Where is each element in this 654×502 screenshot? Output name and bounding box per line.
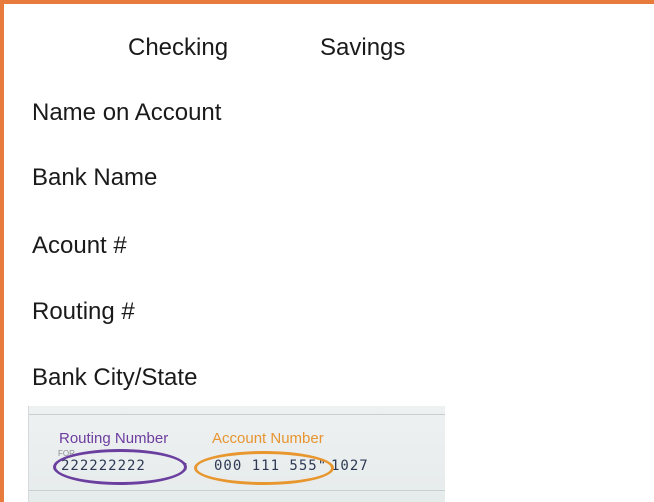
account-number-label: Acount # xyxy=(32,232,127,259)
checking-option[interactable]: Checking xyxy=(128,34,228,62)
check-example-image: Routing Number Account Number FOR 222222… xyxy=(28,406,445,502)
name-on-account-label: Name on Account xyxy=(32,99,222,126)
account-number-caption: Account Number xyxy=(212,430,324,447)
form-frame: Checking Savings Name on Account Bank Na… xyxy=(0,0,654,502)
account-highlight-oval xyxy=(194,451,334,485)
check-number-digits: 1027 xyxy=(331,458,369,474)
bank-city-state-label: Bank City/State xyxy=(32,364,198,391)
routing-number-caption: Routing Number xyxy=(59,430,169,447)
bank-name-label: Bank Name xyxy=(32,164,158,191)
savings-option[interactable]: Savings xyxy=(320,34,405,62)
check-rule-line xyxy=(29,490,445,491)
check-rule-line xyxy=(29,414,445,415)
routing-number-label: Routing # xyxy=(32,298,135,325)
routing-highlight-oval xyxy=(53,449,187,485)
